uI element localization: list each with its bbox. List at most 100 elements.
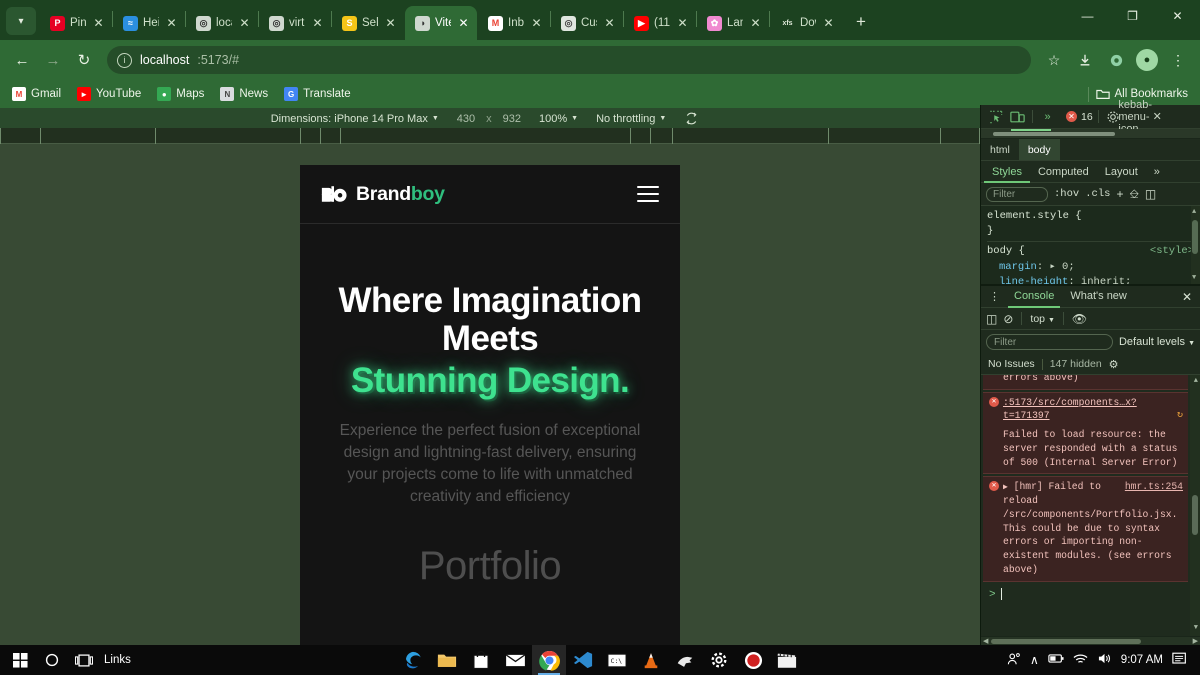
- tab-close-icon[interactable]: ✕: [602, 16, 617, 31]
- scroll-right-arrow[interactable]: ▶: [1193, 637, 1198, 645]
- console-prompt[interactable]: >: [983, 584, 1188, 608]
- console-message[interactable]: ✕ ▶ [hmr] Failed hmr.ts:254 to reload /s…: [983, 476, 1188, 582]
- error-count-badge[interactable]: ✕ 16: [1066, 111, 1093, 123]
- style-rule[interactable]: <style> body { margin: ▸ 0; line-height:…: [987, 244, 1194, 284]
- tab-whats-new[interactable]: What's new: [1064, 286, 1133, 308]
- hamburger-menu-icon[interactable]: [637, 185, 659, 203]
- scroll-up-arrow[interactable]: ▲: [1194, 377, 1198, 387]
- breadcrumb-html[interactable]: html: [981, 139, 1019, 160]
- vlc-icon[interactable]: [634, 645, 668, 675]
- scroll-thumb[interactable]: [993, 132, 1115, 136]
- minimize-button[interactable]: —: [1065, 0, 1110, 32]
- clapperboard-icon[interactable]: [770, 645, 804, 675]
- console-filter-input[interactable]: Filter: [986, 334, 1113, 350]
- console-levels-select[interactable]: Default levels ▼: [1119, 336, 1195, 348]
- console-message-source[interactable]: hmr.ts:254: [1125, 480, 1183, 494]
- styles-scrollbar[interactable]: ▲ ▼: [1191, 206, 1200, 284]
- throttling-select[interactable]: No throttling ▼: [587, 113, 675, 125]
- site-info-icon[interactable]: i: [117, 52, 132, 68]
- tab-close-icon[interactable]: ✕: [456, 16, 471, 31]
- tab-close-icon[interactable]: ✕: [821, 16, 836, 31]
- tab-console[interactable]: Console: [1008, 286, 1061, 308]
- zoom-select[interactable]: 100% ▼: [530, 113, 587, 125]
- forward-button[interactable]: →: [39, 46, 67, 74]
- new-tab-button[interactable]: +: [848, 9, 874, 35]
- console-message[interactable]: ✕ :5173/src/components…x?t=171397 ↻ Fail…: [983, 391, 1188, 475]
- more-panels-button[interactable]: »: [1038, 107, 1057, 126]
- scroll-down-arrow[interactable]: ▼: [1192, 273, 1196, 283]
- profile-avatar[interactable]: ●: [1136, 49, 1158, 71]
- tab-close-icon[interactable]: ✕: [164, 16, 179, 31]
- console-message-link[interactable]: :5173/src/components…x?t=171397: [1003, 397, 1137, 422]
- browser-tab[interactable]: P Pinte ✕: [40, 6, 112, 40]
- elements-horizontal-scrollbar[interactable]: [981, 129, 1200, 139]
- scroll-thumb[interactable]: [1192, 495, 1198, 535]
- console-message[interactable]: ✕ non-existent modules. (see errors abov…: [983, 375, 1188, 390]
- chevron-up-icon[interactable]: ∧: [1030, 653, 1039, 667]
- tab-more[interactable]: »: [1146, 161, 1168, 183]
- browser-tab[interactable]: xfs Dowr ✕: [770, 6, 842, 40]
- live-expression-eye-icon[interactable]: 👁: [1072, 312, 1087, 326]
- mail-icon[interactable]: [498, 645, 532, 675]
- hov-button[interactable]: :hov: [1054, 188, 1079, 200]
- declaration[interactable]: line-height: inherit;: [987, 275, 1194, 284]
- scroll-down-arrow[interactable]: ▼: [1194, 624, 1198, 634]
- viewport-ruler[interactable]: [0, 128, 980, 144]
- chrome-menu-icon[interactable]: ⋮: [1164, 46, 1192, 74]
- close-drawer-icon[interactable]: ✕: [1182, 290, 1196, 304]
- expand-triangle-icon[interactable]: ▶: [1003, 483, 1008, 492]
- rotate-device-button[interactable]: [675, 111, 708, 126]
- extensions-icon[interactable]: [1102, 46, 1130, 74]
- breadcrumb-body[interactable]: body: [1018, 139, 1060, 160]
- wifi-icon[interactable]: [1073, 653, 1088, 668]
- console-scrollbar[interactable]: ▲ ▼: [1190, 375, 1200, 636]
- taskbar-links-label[interactable]: Links: [100, 654, 141, 666]
- vscode-icon[interactable]: [566, 645, 600, 675]
- tab-computed[interactable]: Computed: [1030, 161, 1097, 183]
- clear-console-icon[interactable]: ⊘: [1003, 312, 1013, 326]
- drawer-kebab-menu-icon[interactable]: ⋮: [985, 287, 1004, 306]
- bookmark-star-icon[interactable]: ☆: [1040, 46, 1068, 74]
- inspect-element-icon[interactable]: [986, 107, 1005, 126]
- styles-pane[interactable]: element.style { } <style> body { margin:…: [981, 206, 1200, 284]
- bookmark-translate[interactable]: G Translate: [284, 87, 351, 101]
- toggle-panel-icon[interactable]: ◫: [1145, 187, 1156, 201]
- console-sidebar-icon[interactable]: ◫: [986, 312, 997, 326]
- browser-tab[interactable]: ▶ (111) ✕: [624, 6, 696, 40]
- maximize-button[interactable]: ❐: [1110, 0, 1155, 32]
- address-bar[interactable]: i localhost:5173/#: [107, 46, 1031, 74]
- tab-close-icon[interactable]: ✕: [675, 16, 690, 31]
- tab-close-icon[interactable]: ✕: [310, 16, 325, 31]
- tab-layout[interactable]: Layout: [1097, 161, 1146, 183]
- settings-gear-icon[interactable]: [702, 645, 736, 675]
- cls-button[interactable]: .cls: [1085, 188, 1110, 200]
- bookmark-gmail[interactable]: M Gmail: [12, 87, 61, 101]
- browser-tab[interactable]: ◎ Custo ✕: [551, 6, 623, 40]
- tab-styles[interactable]: Styles: [984, 161, 1030, 183]
- console-log[interactable]: ✕ non-existent modules. (see errors abov…: [981, 375, 1200, 636]
- record-icon[interactable]: [736, 645, 770, 675]
- device-dimensions-select[interactable]: Dimensions: iPhone 14 Pro Max ▼: [262, 113, 448, 125]
- device-toolbar-icon[interactable]: [1008, 107, 1027, 126]
- declaration[interactable]: margin: ▸ 0;: [987, 260, 1194, 275]
- copy-styles-icon[interactable]: ⎒: [1129, 187, 1138, 202]
- style-rule[interactable]: element.style { }: [987, 209, 1194, 243]
- download-icon[interactable]: [1071, 46, 1099, 74]
- reload-icon[interactable]: ↻: [1177, 409, 1183, 423]
- windows-start-icon[interactable]: [4, 645, 36, 675]
- viewport-width-input[interactable]: 430: [448, 113, 484, 125]
- back-button[interactable]: ←: [8, 46, 36, 74]
- task-view-icon[interactable]: [68, 645, 100, 675]
- styles-filter-input[interactable]: Filter: [986, 186, 1048, 202]
- brand-logo[interactable]: Brandboy: [321, 183, 445, 206]
- search-circle-icon[interactable]: [36, 645, 68, 675]
- file-explorer-icon[interactable]: [430, 645, 464, 675]
- scroll-thumb[interactable]: [1192, 220, 1198, 254]
- console-context-select[interactable]: top ▼: [1030, 313, 1054, 325]
- edge-icon[interactable]: [396, 645, 430, 675]
- browser-tab[interactable]: S Selec ✕: [332, 6, 404, 40]
- reload-button[interactable]: ↻: [70, 46, 98, 74]
- bookmark-maps[interactable]: ● Maps: [157, 87, 204, 101]
- scroll-up-arrow[interactable]: ▲: [1192, 207, 1196, 217]
- battery-icon[interactable]: [1048, 653, 1064, 667]
